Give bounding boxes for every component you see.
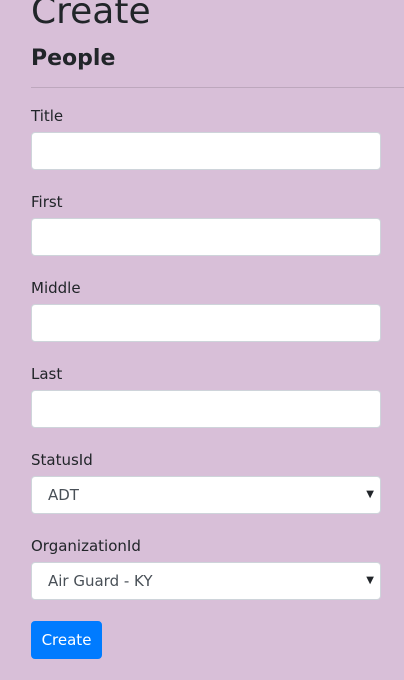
- divider: [31, 87, 404, 88]
- organization-selected-value: Air Guard - KY: [48, 572, 153, 590]
- page-title: Create: [31, 0, 151, 32]
- section-title: People: [31, 46, 116, 71]
- status-select[interactable]: ADT ▼: [31, 476, 381, 514]
- last-input[interactable]: [31, 390, 381, 428]
- middle-form-group: Middle: [31, 277, 381, 342]
- last-form-group: Last: [31, 363, 381, 428]
- create-page: Create People Title First Middle Last St…: [31, 0, 404, 680]
- triangle-down-icon: ▼: [366, 489, 374, 500]
- create-button[interactable]: Create: [31, 621, 102, 659]
- organization-label: OrganizationId: [31, 537, 141, 555]
- first-form-group: First: [31, 191, 381, 256]
- organization-form-group: OrganizationId Air Guard - KY ▼: [31, 535, 381, 600]
- middle-label: Middle: [31, 279, 81, 297]
- title-input[interactable]: [31, 132, 381, 170]
- triangle-down-icon: ▼: [366, 575, 374, 586]
- organization-select[interactable]: Air Guard - KY ▼: [31, 562, 381, 600]
- first-input[interactable]: [31, 218, 381, 256]
- status-selected-value: ADT: [48, 486, 79, 504]
- status-form-group: StatusId ADT ▼: [31, 449, 381, 514]
- last-label: Last: [31, 365, 63, 383]
- first-label: First: [31, 193, 63, 211]
- status-label: StatusId: [31, 451, 93, 469]
- middle-input[interactable]: [31, 304, 381, 342]
- title-label: Title: [31, 107, 64, 125]
- title-form-group: Title: [31, 105, 381, 170]
